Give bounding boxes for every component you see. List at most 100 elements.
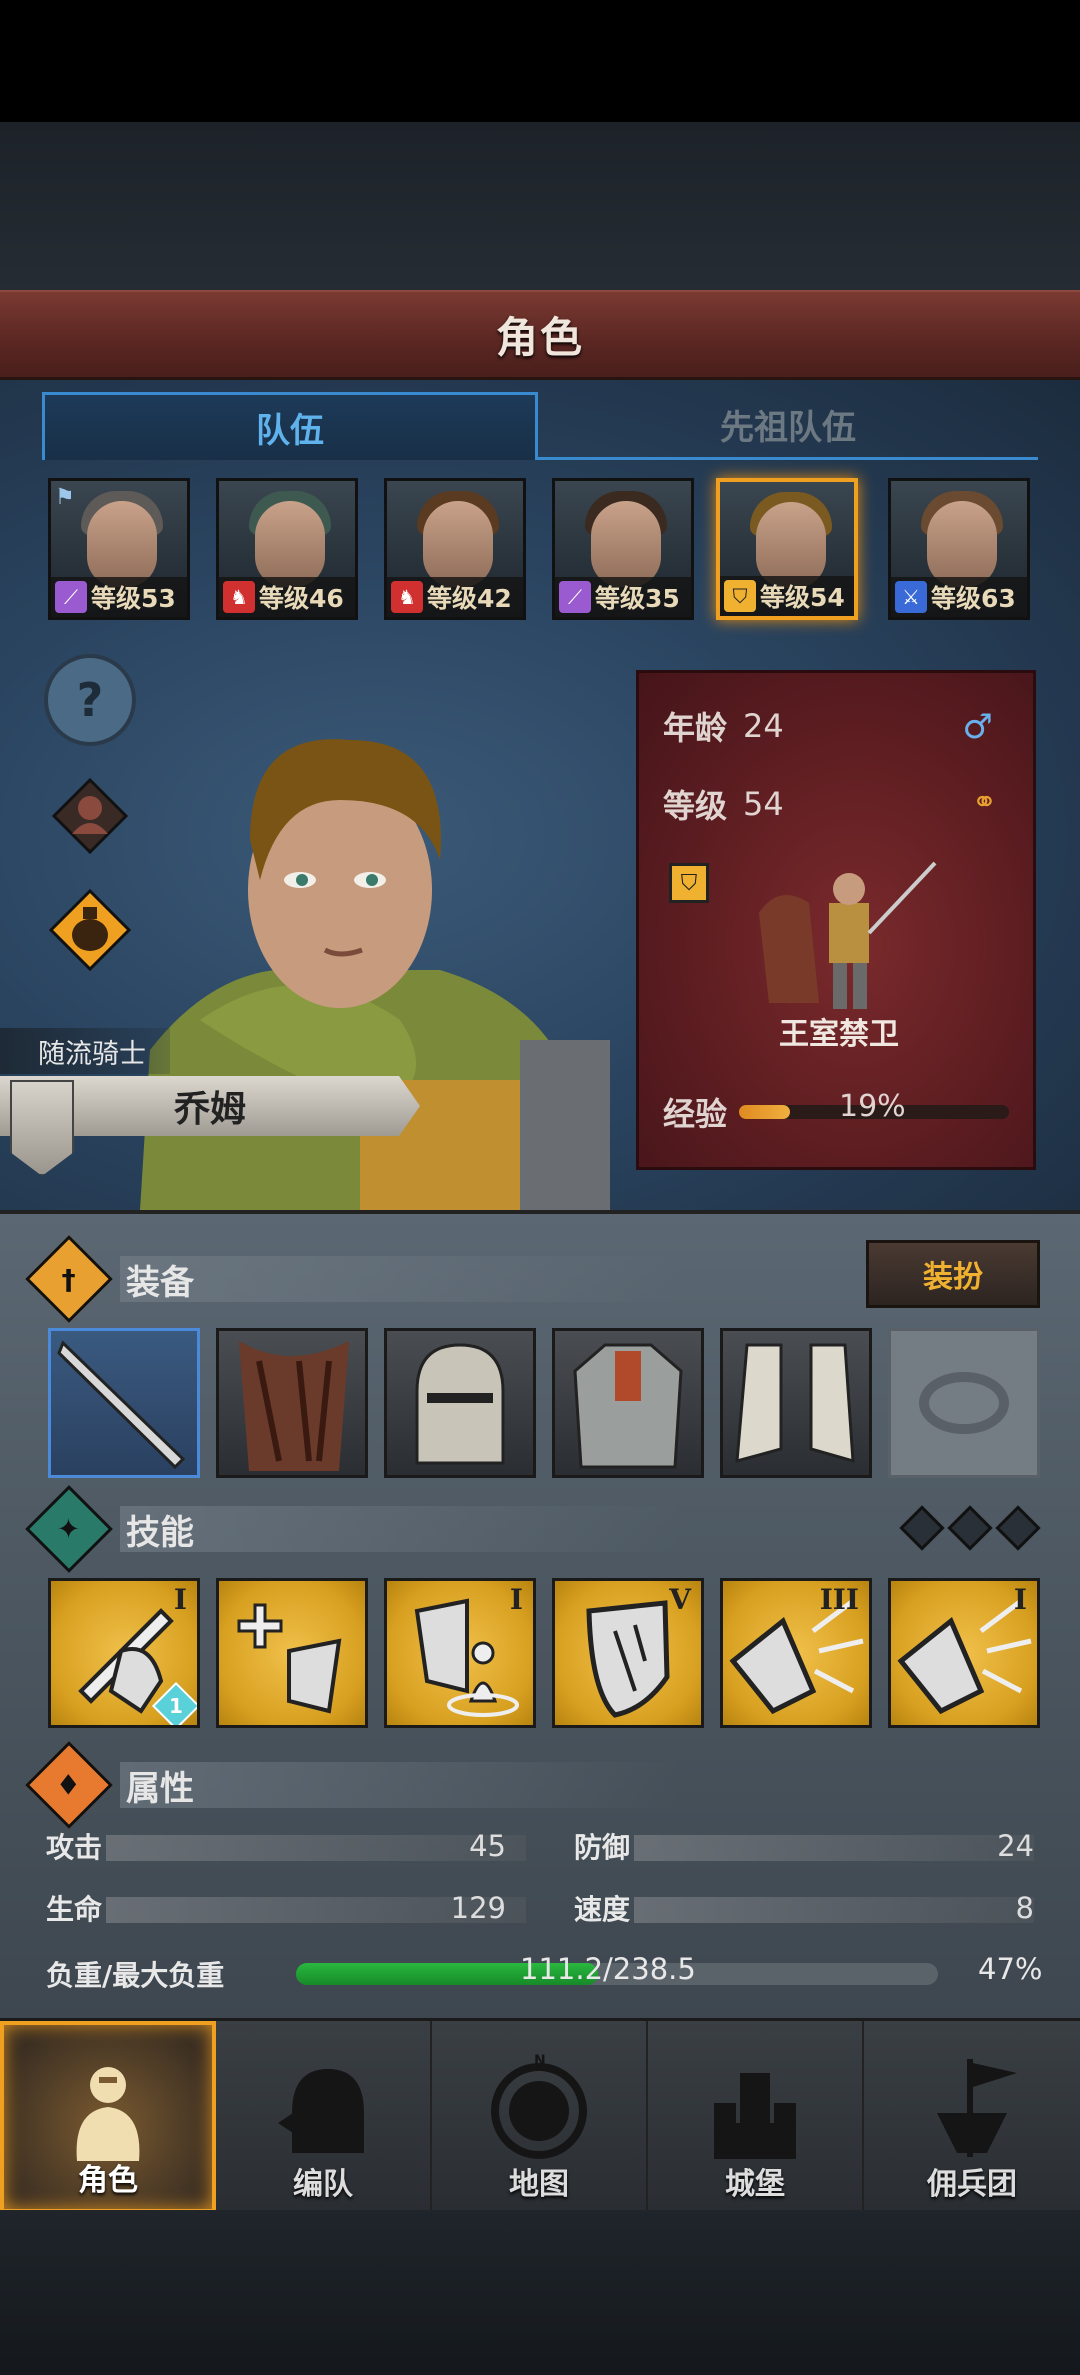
stat-value: 8 [1015,1891,1034,1925]
helmet-icon [278,2069,364,2153]
attributes-label: 属性 [126,1768,194,1809]
member-portrait [927,501,997,587]
offhand-slot[interactable] [216,1328,368,1478]
flag-icon: ⚑ [55,485,75,510]
nav-label: 编队 [293,2167,353,2202]
load-label: 负重/最大负重 [46,1959,225,1992]
equipment-slots [48,1328,1040,1478]
character-title: 随流骑士 [0,1028,170,1074]
weapon-slot[interactable] [48,1328,200,1478]
title-bar: 角色 [0,290,1080,380]
member-level-bar: ♞ 等级42 [387,577,523,617]
potion-icon[interactable] [44,884,136,976]
tab-ancestor-party-label: 先祖队伍 [720,408,856,448]
armor-slot[interactable] [552,1328,704,1478]
stat-hp: 生命 129 [46,1888,526,1928]
exp-bar-fill [739,1105,791,1119]
castle-icon [714,2073,796,2159]
member-level-bar: ⛉ 等级54 [720,576,854,616]
skill-1[interactable]: I 1 [48,1578,200,1728]
age-label: 年龄 [663,709,728,747]
skill-4[interactable]: V [552,1578,704,1728]
helmet-slot[interactable] [384,1328,536,1478]
skills-header: ✦ 技能 [25,1485,194,1573]
header-background [0,122,1080,290]
age-value: 24 [743,707,784,745]
level-row: 等级 54 [663,781,784,827]
nav-label: 地图 [509,2167,569,2202]
branch-shield-icon [239,1341,349,1471]
skill-rank: I [1013,1583,1027,1616]
character-title-text: 随流骑士 [38,1038,146,1070]
dress-up-button[interactable]: 装扮 [866,1240,1040,1308]
member-level: 等级42 [427,584,512,613]
equipment-header: † 装备 [25,1235,194,1323]
party-member-3[interactable]: ♞ 等级42 [384,478,526,620]
class-figure [759,861,937,1009]
hood-icon-graphic [51,777,129,855]
ring-slot[interactable] [888,1328,1040,1478]
nav-label: 角色 [78,2163,138,2198]
skill-rank: I [173,1583,187,1616]
member-level: 等级35 [595,584,680,613]
compass-icon: N [491,2053,587,2159]
staff-icon: ⟋ [55,581,87,613]
stat-attack: 攻击 45 [46,1826,526,1866]
skill-badge-text: 1 [169,1694,183,1718]
member-level: 等级53 [91,584,176,613]
character-name: 乔姆 [173,1089,246,1130]
status-area [0,0,1080,122]
tab-party-label: 队伍 [256,411,324,451]
class-name: 王室禁卫 [779,1017,899,1052]
banner-icon [937,2059,1017,2157]
member-portrait [255,501,325,587]
skill-2[interactable] [216,1578,368,1728]
boots-slot[interactable] [720,1328,872,1478]
ring-icon: ⚭ [971,785,997,820]
party-member-5[interactable]: ⛉ 等级54 [716,478,858,620]
stat-label: 速度 [574,1893,631,1926]
dagger-icon: † [25,1235,113,1323]
skill-rank: III [819,1583,859,1616]
nav-formation[interactable]: 编队 [216,2021,432,2213]
member-level-bar: ⟋ 等级53 [51,577,187,617]
party-member-6[interactable]: ⚔ 等级63 [888,478,1030,620]
load-percent: 47% [978,1952,1043,1986]
bottom-nav: 角色 编队 N 地图 城堡 佣兵团 [0,2018,1080,2213]
party-member-2[interactable]: ♞ 等级46 [216,478,358,620]
help-icon[interactable]: ? [44,654,136,746]
skill-3[interactable]: I [384,1578,536,1728]
nav-map[interactable]: N 地图 [432,2021,648,2213]
skill-rank: I [509,1583,523,1616]
member-level-bar: ⟋ 等级35 [555,577,691,617]
sword-icon: ⚔ [895,581,927,613]
horse-icon: ♞ [391,581,423,613]
stat-value: 24 [997,1829,1034,1863]
member-level: 等级63 [931,584,1016,613]
exp-percent: 19% [839,1089,906,1124]
party-member-1[interactable]: ⚑ ⟋ 等级53 [48,478,190,620]
tab-party[interactable]: 队伍 [42,392,538,460]
section-underline [120,1506,680,1552]
nav-character[interactable]: 角色 [0,2021,216,2213]
knight-icon [76,2067,140,2161]
nav-mercenary[interactable]: 佣兵团 [864,2021,1080,2213]
skill-6[interactable]: I [888,1578,1040,1728]
horse-icon: ♞ [223,581,255,613]
member-level-bar: ♞ 等级46 [219,577,355,617]
character-info-banner: 年龄 24 ♂ 等级 54 ⚭ ⛉ 王室禁卫 经验 19% [636,670,1036,1170]
stat-value: 129 [450,1891,506,1925]
nav-label: 城堡 [725,2167,785,2202]
star-icon: ✦ [25,1485,113,1573]
boots-icon [735,1343,855,1464]
ring-slot-icon [919,1372,1009,1434]
skill-5[interactable]: III [720,1578,872,1728]
party-member-4[interactable]: ⟋ 等级35 [552,478,694,620]
staff-icon: ⟋ [559,581,591,613]
hood-icon[interactable] [44,770,136,862]
nav-castle[interactable]: 城堡 [648,2021,864,2213]
tab-ancestor-party[interactable]: 先祖队伍 [538,392,1038,460]
load-value: 111.2/238.5 [520,1952,696,1986]
skill-slots: I 1 I V III I [48,1578,1040,1728]
member-level: 等级54 [760,583,845,612]
